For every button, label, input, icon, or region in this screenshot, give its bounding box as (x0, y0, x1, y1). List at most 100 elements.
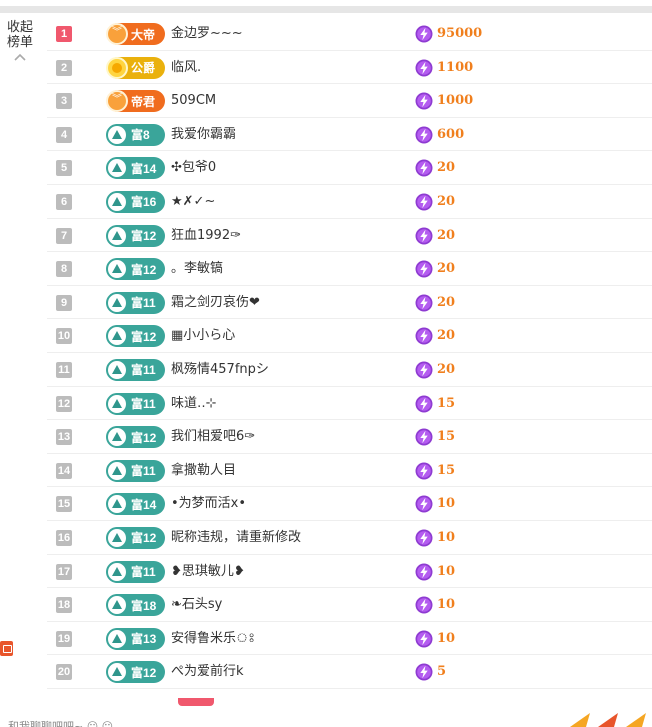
wealth-level-icon (106, 258, 128, 281)
badge-label: 富12 (131, 262, 157, 277)
leaderboard-row[interactable]: 17 富11 ❥思琪敏儿❥ 10 (47, 555, 652, 589)
contribution-amount: 20 (437, 261, 456, 277)
rank-number: 13 (56, 429, 72, 446)
wealth-level-icon (106, 426, 128, 449)
user-name[interactable]: 安得鲁米乐ঃ (171, 622, 255, 656)
user-name[interactable]: 味道‥⊹ (171, 387, 217, 421)
top-divider (0, 6, 652, 13)
rank-number: 17 (56, 563, 72, 580)
leaderboard-list: 1 大帝金边罗~~~ 95000 2 公爵临风. 1100 3 帝君 509CM 1000 4 富8 我… (47, 17, 652, 689)
level-badge: 富12 (106, 325, 165, 348)
wealth-level-icon (106, 157, 128, 180)
lightning-bolt-icon (415, 260, 433, 278)
wealth-level-icon (106, 358, 128, 381)
badge-label: 富18 (131, 598, 157, 613)
user-name[interactable]: 。李敏镐 (171, 252, 223, 286)
lightning-bolt-icon (415, 630, 433, 648)
contribution-amount: 10 (437, 630, 456, 646)
lightning-bolt-icon (415, 327, 433, 345)
contribution-amount: 95000 (437, 26, 483, 41)
lightning-bolt-icon (415, 294, 433, 312)
wealth-level-icon (106, 325, 128, 348)
badge-label: 富14 (131, 161, 157, 176)
badge-label: 富11 (131, 296, 156, 311)
user-name[interactable]: 我们相爱吧6✑ (171, 420, 255, 454)
leaderboard-row[interactable]: 2 公爵 临风. 1100 (47, 51, 652, 85)
contribution-amount: 15 (437, 462, 456, 478)
chevron-up-icon (14, 53, 26, 61)
level-badge: 富14 (106, 157, 165, 180)
rank-number: 19 (56, 630, 72, 647)
leaderboard-row[interactable]: 18 富18 ❧石头sy 10 (47, 588, 652, 622)
user-name[interactable]: ▦小小ら心 (171, 319, 235, 353)
rank-number: 14 (56, 462, 72, 479)
level-badge: 富8 (106, 123, 165, 146)
wealth-level-icon (106, 493, 128, 516)
collapse-leaderboard-button[interactable]: 收起榜单 (0, 20, 40, 62)
leaderboard-row[interactable]: 6 富16 ★✗✓~ 20 (47, 185, 652, 219)
badge-label: 富16 (131, 195, 157, 210)
badge-label: 帝君 (131, 94, 156, 109)
leaderboard-row[interactable]: 13 富12 我们相爱吧6✑ 15 (47, 420, 652, 454)
side-gift-icon[interactable] (0, 641, 13, 656)
user-name[interactable]: 我爱你霸霸 (171, 118, 236, 152)
wealth-level-icon (106, 190, 128, 213)
rank-number: 9 (56, 294, 72, 311)
badge-label: 公爵 (131, 61, 156, 76)
badge-label: 富11 (131, 565, 156, 579)
leaderboard-row[interactable]: 20 富12 ぺ为爱前行k 5 (47, 655, 652, 689)
user-name[interactable]: 临风. (171, 51, 201, 85)
level-badge: 富13 (106, 627, 165, 650)
rank-number: 4 (56, 126, 72, 143)
level-badge: 公爵 (106, 56, 165, 79)
contribution-amount: 15 (437, 429, 456, 445)
badge-label: 富13 (131, 632, 157, 647)
lightning-bolt-icon (415, 529, 433, 547)
user-name[interactable]: 狂血1992✑ (171, 219, 241, 253)
rocket-gift-icons[interactable] (568, 710, 648, 727)
rank-number: 7 (56, 227, 72, 244)
contribution-amount: 1100 (437, 59, 474, 75)
leaderboard-row[interactable]: 8 富12 。李敏镐 20 (47, 252, 652, 286)
user-name[interactable]: •为梦而活x• (171, 487, 246, 521)
contribution-amount: 10 (437, 496, 456, 512)
noble-rank-icon (106, 56, 128, 79)
noble-rank-icon (106, 23, 128, 45)
lightning-bolt-icon (415, 92, 433, 110)
badge-label: 富11 (131, 397, 156, 412)
user-name[interactable]: 昵称违规，请重新修改 (171, 521, 301, 555)
leaderboard-row[interactable]: 19 富13 安得鲁米乐ঃ 10 (47, 622, 652, 656)
rank-number: 2 (56, 59, 72, 76)
leaderboard-row[interactable]: 5 富14 ✣包爷0 20 (47, 151, 652, 185)
leaderboard-row[interactable]: 10 富12 ▦小小ら心 20 (47, 319, 652, 353)
user-name[interactable]: ★✗✓~ (171, 185, 215, 219)
leaderboard-row[interactable]: 15 富14 •为梦而活x• 10 (47, 487, 652, 521)
lightning-bolt-icon (415, 663, 433, 681)
user-name[interactable]: ぺ为爱前行k (171, 655, 244, 689)
leaderboard-row[interactable]: 3 帝君 509CM 1000 (47, 84, 652, 118)
rank-number: 1 (56, 26, 72, 42)
rank-number: 15 (56, 496, 72, 513)
leaderboard-row[interactable]: 11 富11 枫殇情457fnpシ 20 (47, 353, 652, 387)
badge-label: 大帝 (131, 27, 156, 42)
noble-rank-icon (106, 90, 128, 113)
leaderboard-row[interactable]: 7 富12 狂血1992✑ 20 (47, 219, 652, 253)
leaderboard-row[interactable]: 1 大帝金边罗~~~ 95000 (47, 17, 652, 51)
user-name[interactable]: ❧石头sy (171, 588, 222, 622)
leaderboard-row[interactable]: 14 富11 拿撒勒人目 15 (47, 454, 652, 488)
contribution-amount: 20 (437, 193, 456, 209)
user-name[interactable]: 金边罗~~~ (171, 17, 243, 51)
leaderboard-row[interactable]: 12 富11 味道‥⊹ 15 (47, 387, 652, 421)
lightning-bolt-icon (415, 227, 433, 245)
leaderboard-row[interactable]: 9 富11 霜之剑刃哀伤❤ 20 (47, 286, 652, 320)
user-name[interactable]: 枫殇情457fnpシ (171, 353, 269, 387)
user-name[interactable]: 霜之剑刃哀伤❤ (171, 286, 260, 320)
user-name[interactable]: 拿撒勒人目 (171, 454, 236, 488)
wealth-level-icon (106, 594, 128, 617)
leaderboard-row[interactable]: 4 富8 我爱你霸霸 600 (47, 118, 652, 152)
user-name[interactable]: 509CM (171, 84, 216, 118)
contribution-amount: 20 (437, 227, 456, 243)
leaderboard-row[interactable]: 16 富12 昵称违规，请重新修改 10 (47, 521, 652, 555)
user-name[interactable]: ❥思琪敏儿❥ (171, 555, 245, 589)
user-name[interactable]: ✣包爷0 (171, 151, 216, 185)
